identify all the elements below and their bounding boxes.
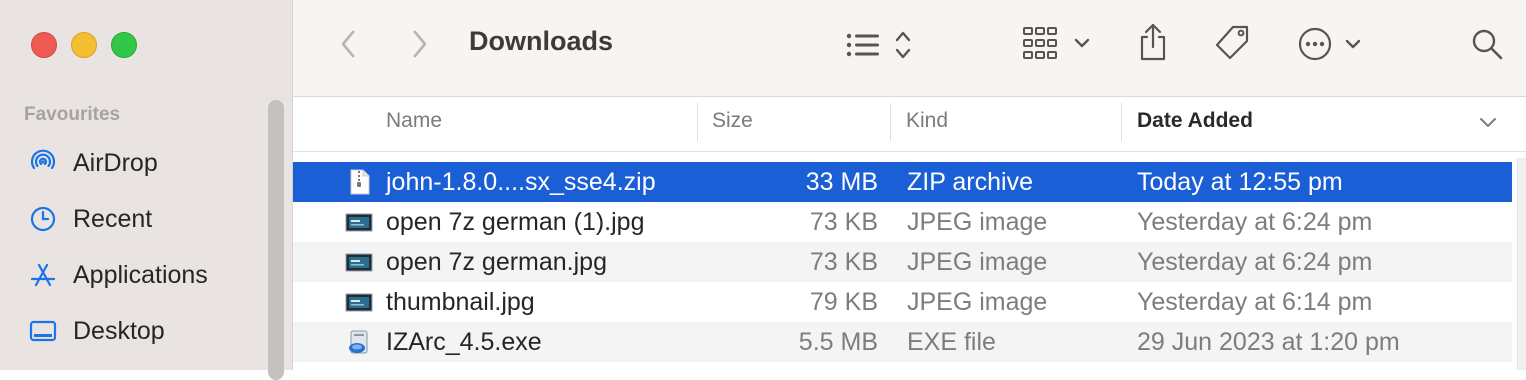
sidebar-scrollbar[interactable]	[268, 100, 284, 380]
sidebar: Favourites AirDrop Recent Applications D…	[0, 0, 293, 380]
file-date: 29 Jun 2023 at 1:20 pm	[1137, 328, 1400, 356]
close-window-button[interactable]	[31, 32, 57, 58]
file-list: john-1.8.0....sx_sse4.zip 33 MB ZIP arch…	[293, 162, 1512, 362]
sidebar-item-recent[interactable]: Recent	[28, 199, 268, 239]
ellipsis-circle-icon	[1298, 27, 1332, 61]
sidebar-section-favourites: Favourites	[24, 104, 121, 125]
file-date: Yesterday at 6:14 pm	[1137, 288, 1373, 316]
sidebar-item-desktop[interactable]: Desktop	[28, 311, 268, 351]
chevron-down-icon	[1345, 39, 1361, 49]
forward-button[interactable]	[403, 26, 437, 62]
column-kind[interactable]: Kind	[906, 109, 948, 133]
file-kind: JPEG image	[907, 208, 1048, 236]
file-name: open 7z german (1).jpg	[386, 208, 645, 236]
file-list-scrollbar[interactable]	[1517, 158, 1526, 370]
view-options-button[interactable]	[841, 26, 921, 64]
group-button[interactable]	[1019, 24, 1095, 64]
column-size[interactable]: Size	[712, 109, 753, 133]
chevron-left-icon	[341, 30, 355, 58]
file-name: IZArc_4.5.exe	[386, 328, 542, 356]
file-name: john-1.8.0....sx_sse4.zip	[386, 168, 656, 196]
applications-icon	[28, 259, 60, 291]
column-divider[interactable]	[697, 103, 698, 141]
search-icon	[1472, 29, 1503, 60]
file-date: Today at 12:55 pm	[1137, 168, 1343, 196]
sidebar-item-applications[interactable]: Applications	[28, 255, 268, 295]
sidebar-item-label: Desktop	[73, 316, 165, 345]
sidebar-item-label: Recent	[73, 204, 153, 233]
table-row[interactable]: john-1.8.0....sx_sse4.zip 33 MB ZIP arch…	[293, 162, 1512, 202]
more-actions-button[interactable]	[1295, 24, 1371, 64]
file-date: Yesterday at 6:24 pm	[1137, 248, 1373, 276]
tag-icon	[1215, 25, 1249, 60]
share-icon	[1140, 23, 1166, 61]
sidebar-item-label: Applications	[73, 260, 208, 289]
file-size: 73 KB	[809, 248, 878, 276]
file-size: 73 KB	[809, 208, 878, 236]
column-name[interactable]: Name	[386, 109, 442, 133]
grid-group-icon	[1023, 27, 1057, 59]
image-file-icon	[345, 253, 373, 272]
search-button[interactable]	[1467, 24, 1507, 64]
desktop-icon	[28, 315, 60, 347]
file-size: 5.5 MB	[798, 328, 878, 356]
back-button[interactable]	[331, 26, 365, 62]
updown-chevron-icon	[895, 31, 911, 59]
exe-file-icon	[349, 330, 368, 354]
sidebar-item-airdrop[interactable]: AirDrop	[28, 143, 268, 183]
zip-file-icon	[350, 169, 370, 195]
table-row[interactable]: thumbnail.jpg 79 KB JPEG image Yesterday…	[293, 282, 1512, 322]
table-row[interactable]: IZArc_4.5.exe 5.5 MB EXE file 29 Jun 202…	[293, 322, 1512, 362]
list-view-icon	[846, 33, 879, 57]
toolbar: Downloads	[293, 0, 1526, 97]
image-file-icon	[345, 213, 373, 232]
table-row[interactable]: open 7z german (1).jpg 73 KB JPEG image …	[293, 202, 1512, 242]
file-kind: JPEG image	[907, 288, 1048, 316]
chevron-right-icon	[413, 30, 427, 58]
zoom-window-button[interactable]	[111, 32, 137, 58]
column-header: Name Size Kind Date Added	[293, 97, 1526, 152]
column-divider[interactable]	[1121, 103, 1122, 141]
airdrop-icon	[28, 147, 60, 179]
file-date: Yesterday at 6:24 pm	[1137, 208, 1373, 236]
file-kind: JPEG image	[907, 248, 1048, 276]
sidebar-item-label: AirDrop	[73, 148, 158, 177]
table-row[interactable]: open 7z german.jpg 73 KB JPEG image Yest…	[293, 242, 1512, 282]
chevron-down-icon	[1074, 38, 1090, 48]
tag-button[interactable]	[1211, 22, 1253, 64]
file-kind: EXE file	[907, 328, 996, 356]
image-file-icon	[345, 293, 373, 312]
column-divider[interactable]	[890, 103, 891, 141]
file-kind: ZIP archive	[907, 168, 1033, 196]
file-size: 79 KB	[809, 288, 878, 316]
file-name: open 7z german.jpg	[386, 248, 607, 276]
share-button[interactable]	[1135, 20, 1171, 64]
file-size: 33 MB	[805, 168, 878, 196]
minimize-window-button[interactable]	[71, 32, 97, 58]
sort-chevron-icon[interactable]	[1479, 117, 1497, 129]
window-title: Downloads	[469, 26, 614, 56]
column-date-added[interactable]: Date Added	[1137, 109, 1253, 133]
file-name: thumbnail.jpg	[386, 288, 535, 316]
clock-icon	[28, 203, 60, 235]
